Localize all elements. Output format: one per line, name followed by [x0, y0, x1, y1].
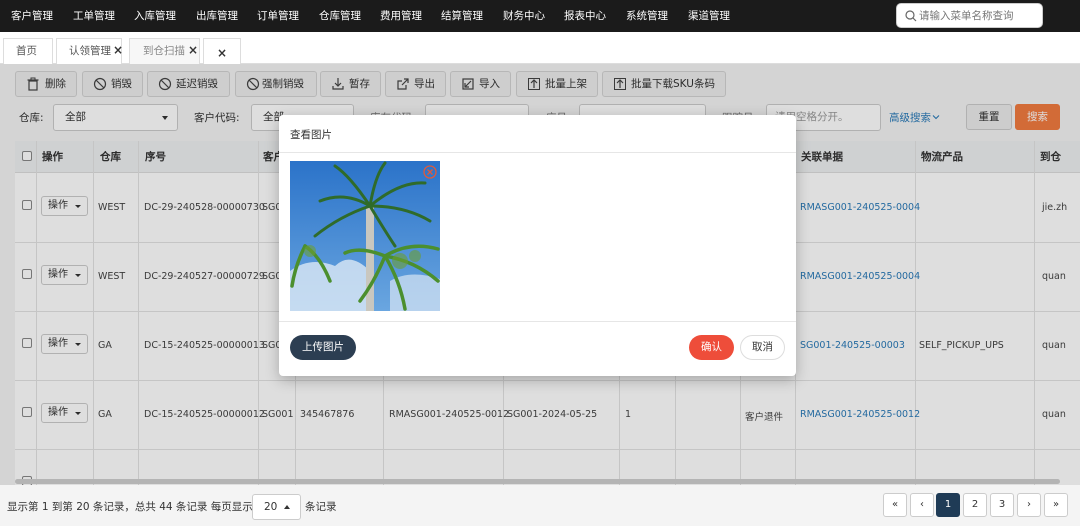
nav-outbound-management[interactable]: 出库管理	[196, 0, 238, 32]
records-suffix: 条记录	[305, 501, 337, 513]
confirm-button[interactable]: 确认	[689, 335, 734, 360]
close-all-tabs-button[interactable]: ×	[203, 38, 241, 64]
caret-up-icon	[284, 505, 290, 509]
modal-title: 查看图片	[290, 129, 332, 141]
last-page-button[interactable]: »	[1044, 493, 1068, 517]
next-page-button[interactable]: ›	[1017, 493, 1041, 517]
tab-label: 到仓扫描	[143, 45, 185, 57]
palm-tree-photo	[290, 161, 440, 311]
tab-bar: 首页 认领管理 × 到仓扫描 × ×	[0, 32, 1080, 64]
close-icon: ×	[217, 46, 228, 60]
menu-search-box	[896, 3, 1043, 28]
first-page-button[interactable]: «	[883, 493, 907, 517]
close-icon[interactable]: ×	[188, 38, 198, 62]
view-image-modal: 查看图片 上传图片 确认 取消	[279, 115, 796, 376]
close-icon[interactable]: ×	[113, 38, 123, 62]
nav-inbound-management[interactable]: 入库管理	[134, 0, 176, 32]
page-1-button[interactable]: 1	[936, 493, 960, 517]
tab-claim-management[interactable]: 认领管理 ×	[56, 38, 123, 64]
nav-system-management[interactable]: 系统管理	[626, 0, 668, 32]
tab-home[interactable]: 首页	[3, 38, 53, 64]
prev-page-button[interactable]: ‹	[910, 493, 934, 517]
nav-customer-management[interactable]: 客户管理	[11, 0, 53, 32]
nav-order-management[interactable]: 订单管理	[257, 0, 299, 32]
select-value: 20	[264, 501, 278, 513]
cancel-button[interactable]: 取消	[740, 335, 785, 360]
page-3-button[interactable]: 3	[990, 493, 1014, 517]
image-thumbnail[interactable]	[290, 161, 440, 311]
tab-arrival-scan[interactable]: 到仓扫描 ×	[129, 38, 200, 64]
record-summary: 显示第 1 到第 20 条记录，总共 44 条记录 每页显示	[7, 501, 253, 513]
menu-search-input[interactable]	[919, 6, 1037, 25]
nav-channel-management[interactable]: 渠道管理	[688, 0, 730, 32]
page-2-button[interactable]: 2	[963, 493, 987, 517]
search-icon	[905, 10, 917, 22]
nav-report-center[interactable]: 报表中心	[564, 0, 606, 32]
tab-label: 首页	[16, 45, 37, 57]
remove-image-icon[interactable]	[423, 165, 437, 179]
page-size-select[interactable]: 20	[252, 494, 301, 520]
top-navigation: 客户管理 工单管理 入库管理 出库管理 订单管理 仓库管理 费用管理 结算管理 …	[0, 0, 1080, 32]
nav-finance-center[interactable]: 财务中心	[503, 0, 545, 32]
nav-warehouse-management[interactable]: 仓库管理	[319, 0, 361, 32]
tab-label: 认领管理	[69, 45, 111, 57]
nav-fee-management[interactable]: 费用管理	[380, 0, 422, 32]
nav-settlement-management[interactable]: 结算管理	[441, 0, 483, 32]
nav-ticket-management[interactable]: 工单管理	[73, 0, 115, 32]
upload-image-button[interactable]: 上传图片	[290, 335, 356, 360]
